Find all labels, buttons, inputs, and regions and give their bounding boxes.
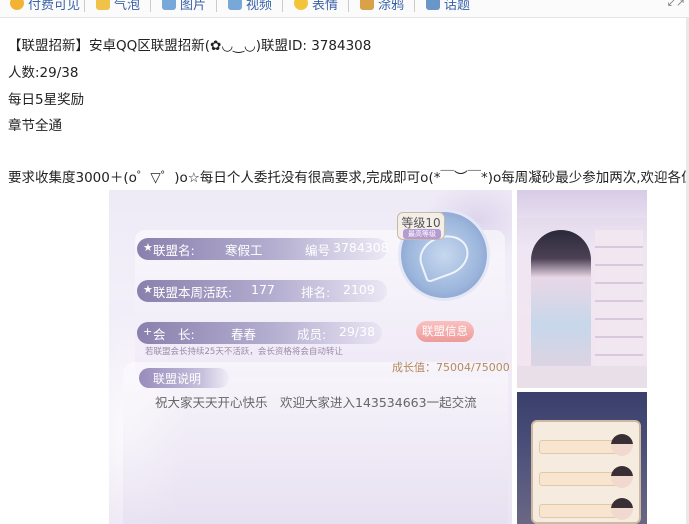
paid-visible-button[interactable]: 付费可见 [10,0,80,13]
plus-icon: + [143,325,153,338]
dressup-screenshot-thumbnail[interactable] [517,190,647,388]
doodle-label: 涂鸦 [378,0,405,13]
divider [84,0,85,12]
coin-icon [10,0,24,10]
divider [282,0,283,12]
avatar [611,466,633,488]
hash-icon [426,0,440,10]
rank-key: 排名: [301,285,331,300]
post-line-requirements: 要求收集度3000＋(o゜▽゜)o☆每日个人委托没有很高要求,完成即可o(*￣︶… [8,170,689,186]
character-figure [531,230,591,388]
editor-toolbar: 付费可见 气泡 图片 视频 表情 涂鸦 话题 ↙↗ [0,0,689,18]
ranking-screenshot-thumbnail[interactable] [517,392,647,524]
divider [150,0,151,12]
growth-value: 成长值：75004/75000 [392,361,510,374]
bubble-label: 气泡 [114,0,141,13]
description-title: 联盟说明 [139,368,229,388]
emoji-label: 表情 [312,0,339,13]
brush-icon [360,0,374,10]
collapse-arrows-icon[interactable]: ↙↗ [667,0,685,9]
alliance-name-key: 联盟名: [153,243,195,258]
leader-key: 会 长: [153,327,195,342]
bubble-button[interactable]: 气泡 [96,0,140,13]
description-text: 祝大家天天开心快乐 欢迎大家进入143534663一起交流 [155,395,477,410]
level-badge: 等级10 最高等级 [397,212,445,240]
bubble-icon [96,0,110,10]
video-label: 视频 [246,0,273,13]
paid-visible-label: 付费可见 [28,0,81,13]
star-icon: ★ [143,241,153,254]
topic-label: 话题 [444,0,471,13]
image-button[interactable]: 图片 [162,0,206,13]
rank-value: 2109 [343,282,375,297]
thumbnail-footer [517,366,647,388]
thumbnail-header [517,190,647,218]
avatar [611,434,633,456]
image-icon [162,0,176,10]
level-sub-label: 最高等级 [403,229,441,239]
activity-value: 177 [251,282,275,297]
members-key: 成员: [297,327,327,342]
post-line-reward: 每日5星奖励 [8,92,85,108]
divider [414,0,415,12]
alliance-info-button[interactable]: 联盟信息 [416,321,474,342]
clothing-grid [595,230,643,370]
alliance-id-key: 编号 [305,243,331,258]
alliance-name-value: 寒假工 [225,243,263,258]
emoji-icon [294,0,308,10]
post-line-title: 【联盟招新】安卓QQ区联盟招新(✿◡‿◡)联盟ID: 3784308 [8,38,372,54]
members-value: 29/38 [339,324,376,339]
star-icon: ★ [143,283,153,296]
activity-key: 联盟本周活跃: [153,285,233,300]
leader-value: 春春 [231,327,257,342]
alliance-leader-row: + 会 长: 春春 成员: 29/38 [137,322,382,344]
video-icon [228,0,242,10]
ranking-card [531,420,641,524]
post-line-chapters: 章节全通 [8,118,62,134]
post-editor: 付费可见 气泡 图片 视频 表情 涂鸦 话题 ↙↗ 【联盟招新】安卓QQ区联盟招… [0,0,689,524]
alliance-activity-row: ★ 联盟本周活跃: 177 排名: 2109 [137,280,387,302]
emoji-button[interactable]: 表情 [294,0,338,13]
alliance-id-value: 3784308 [333,240,389,255]
divider [216,0,217,12]
description-title-label: 联盟说明 [153,372,202,386]
alliance-name-row: ★ 联盟名: 寒假工 编号 3784308 [137,238,389,260]
doodle-button[interactable]: 涂鸦 [360,0,404,13]
leader-transfer-notice: 若联盟会长持续25天不活跃，会长资格将会自动转让 [145,347,343,357]
avatar [611,498,633,520]
alliance-screenshot[interactable]: ★ 联盟名: 寒假工 编号 3784308 ★ 联盟本周活跃: 177 排名: … [109,190,512,524]
topic-button[interactable]: 话题 [426,0,470,13]
video-button[interactable]: 视频 [228,0,272,13]
post-line-members: 人数:29/38 [8,65,79,81]
divider [348,0,349,12]
image-label: 图片 [180,0,207,13]
